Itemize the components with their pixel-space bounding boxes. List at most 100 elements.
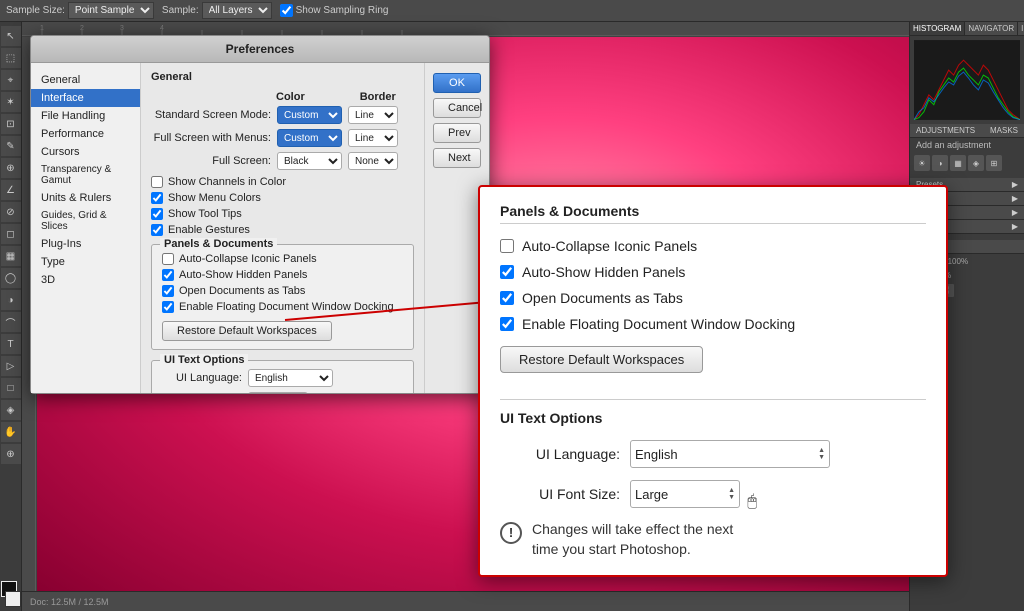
standard-screen-select[interactable]: Custom [277,106,342,124]
tool-move[interactable]: ↖ [1,26,21,46]
sidebar-item-general[interactable]: General [31,71,140,89]
tool-gradient[interactable]: ▦ [1,246,21,266]
histogram-display [914,40,1020,120]
sidebar-item-type[interactable]: Type [31,253,140,271]
spinner-down: ▼ [818,454,825,461]
tool-path-select[interactable]: ▷ [1,356,21,376]
ok-button[interactable]: OK [433,73,481,93]
adj-icon-3[interactable]: ▦ [950,155,966,171]
fullscreen-menus-border-select[interactable]: Line [348,129,398,147]
tool-blur[interactable]: ◯ [1,268,21,288]
tool-crop[interactable]: ⊡ [1,114,21,134]
tool-shape[interactable]: □ [1,378,21,398]
adj-icon-1[interactable]: ☀ [914,155,930,171]
ui-language-select[interactable]: English [248,369,333,387]
tool-clone[interactable]: ⊘ [1,202,21,222]
tool-marquee[interactable]: ⬚ [1,48,21,68]
status-text: Doc: 12.5M / 12.5M [30,597,109,607]
adj-icon-2[interactable]: ◑ [932,155,948,171]
fs-spinner-down: ▼ [728,494,735,501]
adj-icon-4[interactable]: ◈ [968,155,984,171]
adjustments-section-header[interactable]: ADJUSTMENTS MASKS [910,124,1024,138]
sidebar-item-filehandling[interactable]: File Handling [31,107,140,125]
sidebar-item-3d[interactable]: 3D [31,271,140,289]
tab-info[interactable]: INFO [1018,22,1024,35]
fullscreen-menus-select[interactable]: Custom [277,129,342,147]
zoom-info-text: Changes will take effect the nexttime yo… [532,520,733,559]
tool-3d[interactable]: ◈ [1,400,21,420]
sample-label: Sample: [162,5,199,16]
restore-workspaces-button[interactable]: Restore Default Workspaces [162,321,332,341]
zoom-open-tabs-checkbox[interactable] [500,291,514,305]
zoom-checkbox-auto-show: Auto-Show Hidden Panels [500,264,926,280]
fullscreen-select[interactable]: Black [277,152,342,170]
sample-size-select[interactable]: Point Sample [68,2,154,19]
color-label: Color [276,91,305,103]
tool-eyedropper[interactable]: ✎ [1,136,21,156]
zoom-restore-workspaces-button[interactable]: Restore Default Workspaces [500,346,703,373]
show-menu-colors-checkbox[interactable] [151,192,163,204]
svg-text:4: 4 [160,25,164,32]
tab-navigator[interactable]: NAVIGATOR [965,22,1018,35]
zoom-language-label: UI Language: [500,446,620,462]
ui-font-size-row: UI Font Size: Large [162,392,403,393]
sidebar-item-interface[interactable]: Interface [31,89,140,107]
enable-gestures-checkbox[interactable] [151,224,163,236]
show-tooltips-checkbox[interactable] [151,208,163,220]
sidebar-item-cursors[interactable]: Cursors [31,143,140,161]
cancel-button[interactable]: Cancel [433,98,481,118]
checkbox-auto-collapse: Auto-Collapse Iconic Panels [162,253,403,265]
zoom-font-size-label: UI Font Size: [500,486,620,502]
tool-healing[interactable]: ⊕ [1,158,21,178]
ui-font-size-select[interactable]: Large [248,392,308,393]
tool-dodge[interactable]: ◑ [1,290,21,310]
next-button[interactable]: Next [433,148,481,168]
standard-screen-border-select[interactable]: Line [348,106,398,124]
tool-lasso[interactable]: ⌖ [1,70,21,90]
zoom-auto-show-checkbox[interactable] [500,265,514,279]
checkbox-open-as-tabs: Open Documents as Tabs [162,285,403,297]
tool-pen[interactable]: ⌒ [1,312,21,332]
sidebar-item-transparency[interactable]: Transparency & Gamut [31,161,140,189]
prev-button[interactable]: Prev [433,123,481,143]
full-screen-row: Full Screen: Black None [151,152,414,170]
sample-select[interactable]: All Layers [202,2,272,19]
tool-text[interactable]: T [1,334,21,354]
auto-show-checkbox[interactable] [162,269,174,281]
zoom-ui-text-section: UI Text Options UI Language: English ▲ ▼… [500,399,926,559]
zoom-auto-collapse-checkbox[interactable] [500,239,514,253]
zoom-language-select[interactable]: English ▲ ▼ [630,440,830,468]
zoom-font-size-select[interactable]: Large ▲ ▼ 🖱 [630,480,740,508]
open-as-tabs-label: Open Documents as Tabs [179,285,305,297]
tool-magic-wand[interactable]: ✶ [1,92,21,112]
auto-collapse-checkbox[interactable] [162,253,174,265]
sidebar-item-plugins[interactable]: Plug-Ins [31,235,140,253]
sidebar-item-units[interactable]: Units & Rulers [31,189,140,207]
pref-main-content: General Color Border Standard Screen Mod… [141,63,424,393]
fullscreen-border-select[interactable]: None [348,152,398,170]
zoom-checkbox-open-tabs: Open Documents as Tabs [500,290,926,306]
show-channels-checkbox[interactable] [151,176,163,188]
sidebar-item-performance[interactable]: Performance [31,125,140,143]
tool-hand[interactable]: ✋ [1,422,21,442]
ui-text-section: UI Text Options UI Language: English UI … [151,360,414,393]
tab-histogram[interactable]: HISTOGRAM [910,22,965,35]
background-color[interactable] [5,591,21,607]
zoom-callout-box: Panels & Documents Auto-Collapse Iconic … [478,185,948,577]
sidebar-item-guides[interactable]: Guides, Grid & Slices [31,207,140,235]
open-as-tabs-checkbox[interactable] [162,285,174,297]
general-checkboxes: Show Channels in Color Show Menu Colors … [151,176,414,236]
tool-zoom[interactable]: ⊕ [1,444,21,464]
fullscreen-label: Full Screen: [151,155,271,167]
enable-floating-checkbox[interactable] [162,301,174,313]
show-sampling-ring-checkbox[interactable] [280,4,293,17]
standard-screen-row: Standard Screen Mode: Custom Line [151,106,414,124]
zoom-enable-floating-checkbox[interactable] [500,317,514,331]
show-menu-colors-label: Show Menu Colors [168,192,261,204]
show-channels-label: Show Channels in Color [168,176,286,188]
fs-spinner-up: ▲ [728,487,735,494]
left-toolbar: ↖ ⬚ ⌖ ✶ ⊡ ✎ ⊕ ∠ ⊘ ◻ ▦ ◯ ◑ ⌒ T ▷ □ ◈ ✋ ⊕ [0,22,22,611]
tool-eraser[interactable]: ◻ [1,224,21,244]
tool-brush[interactable]: ∠ [1,180,21,200]
adj-icon-5[interactable]: ⊞ [986,155,1002,171]
